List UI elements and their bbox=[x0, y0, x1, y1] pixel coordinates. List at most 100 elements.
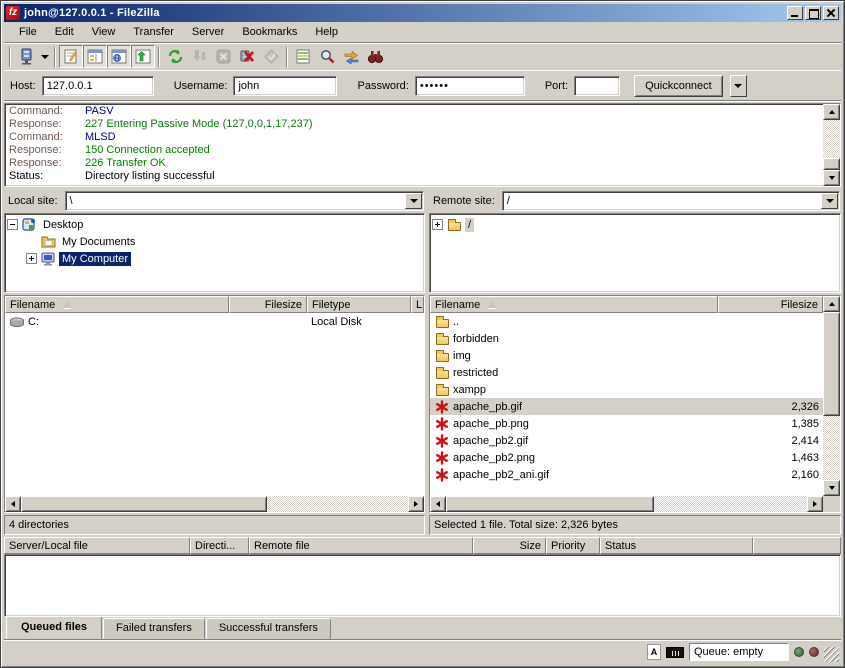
menu-bookmarks[interactable]: Bookmarks bbox=[233, 24, 306, 40]
close-button[interactable] bbox=[823, 6, 839, 20]
password-label: Password: bbox=[357, 80, 408, 92]
toggle-log-view-button[interactable] bbox=[59, 45, 83, 68]
remote-file-row[interactable]: xampp bbox=[430, 381, 823, 398]
scrollbar-track[interactable] bbox=[823, 416, 840, 480]
file-name: apache_pb.gif bbox=[453, 401, 522, 413]
abort-button[interactable] bbox=[259, 45, 283, 68]
column-header-filetype[interactable]: Filetype bbox=[307, 296, 411, 313]
remote-horizontal-scrollbar[interactable] bbox=[430, 496, 840, 512]
tree-item-desktop[interactable]: Desktop bbox=[7, 216, 424, 233]
toggle-remote-tree-view-button[interactable] bbox=[107, 45, 131, 68]
queue-tabs: Queued files Failed transfers Successful… bbox=[4, 617, 841, 640]
menu-help[interactable]: Help bbox=[306, 24, 347, 40]
quickconnect-dropdown-button[interactable] bbox=[730, 75, 747, 97]
menu-file[interactable]: File bbox=[10, 24, 46, 40]
scrollbar-thumb[interactable] bbox=[21, 496, 267, 512]
scrollbar-track[interactable] bbox=[823, 120, 840, 158]
collapse-icon[interactable] bbox=[7, 219, 18, 230]
column-header-server-local-file[interactable]: Server/Local file bbox=[4, 537, 190, 554]
menu-server[interactable]: Server bbox=[183, 24, 233, 40]
remote-file-row[interactable]: apache_pb.png 1,385 bbox=[430, 415, 823, 432]
scroll-right-button[interactable] bbox=[408, 496, 424, 512]
remote-file-row[interactable]: .. bbox=[430, 313, 823, 330]
site-manager-dropdown-button[interactable] bbox=[38, 45, 51, 68]
menu-transfer[interactable]: Transfer bbox=[124, 24, 183, 40]
toggle-queue-view-button[interactable] bbox=[131, 45, 155, 68]
remote-file-row[interactable]: img bbox=[430, 347, 823, 364]
column-header-status[interactable]: Status bbox=[600, 537, 753, 554]
remote-site-combo[interactable]: / bbox=[502, 191, 840, 211]
filter-button[interactable] bbox=[363, 45, 387, 68]
local-site-value[interactable]: \ bbox=[66, 195, 404, 207]
scrollbar-thumb[interactable] bbox=[446, 496, 654, 512]
expand-icon[interactable] bbox=[432, 219, 443, 230]
username-input[interactable] bbox=[233, 76, 337, 96]
scroll-left-button[interactable] bbox=[430, 496, 446, 512]
host-input[interactable] bbox=[42, 76, 154, 96]
title-bar[interactable]: fz john@127.0.0.1 - FileZilla bbox=[4, 4, 841, 22]
column-header-filesize[interactable]: Filesize bbox=[718, 296, 823, 313]
synchronized-browsing-button[interactable] bbox=[339, 45, 363, 68]
column-header-direction[interactable]: Directi... bbox=[190, 537, 249, 554]
column-header-remote-file[interactable]: Remote file bbox=[249, 537, 473, 554]
port-input[interactable] bbox=[574, 76, 620, 96]
toggle-local-tree-view-button[interactable] bbox=[83, 45, 107, 68]
local-horizontal-scrollbar[interactable] bbox=[5, 496, 424, 512]
remote-file-row[interactable]: restricted bbox=[430, 364, 823, 381]
local-site-combo[interactable]: \ bbox=[65, 191, 424, 211]
scroll-down-button[interactable] bbox=[823, 170, 840, 186]
log-scrollbar[interactable] bbox=[823, 104, 840, 186]
scrollbar-thumb[interactable] bbox=[823, 158, 840, 170]
column-header-filesize[interactable]: Filesize bbox=[229, 296, 307, 313]
column-header-last-modified[interactable]: L bbox=[411, 296, 424, 313]
binoculars-icon bbox=[367, 48, 384, 65]
find-files-button[interactable] bbox=[315, 45, 339, 68]
tree-item-my-computer[interactable]: My Computer bbox=[7, 250, 424, 267]
remote-site-value[interactable]: / bbox=[503, 195, 820, 207]
scrollbar-track[interactable] bbox=[654, 496, 807, 512]
disconnect-button[interactable] bbox=[235, 45, 259, 68]
process-queue-button[interactable] bbox=[187, 45, 211, 68]
scrollbar-thumb[interactable] bbox=[823, 312, 840, 416]
remote-file-row[interactable]: apache_pb2.png 1,463 bbox=[430, 449, 823, 466]
column-header-size[interactable]: Size bbox=[473, 537, 546, 554]
resize-grip[interactable] bbox=[824, 647, 839, 662]
password-input[interactable] bbox=[415, 76, 525, 96]
scroll-down-button[interactable] bbox=[823, 480, 840, 496]
site-manager-button[interactable] bbox=[14, 45, 38, 68]
scrollbar-track[interactable] bbox=[267, 496, 408, 512]
remote-file-list: Filename Filesize .. forbidden bbox=[429, 295, 841, 513]
remote-vertical-scrollbar[interactable] bbox=[823, 296, 840, 496]
scroll-right-button[interactable] bbox=[807, 496, 823, 512]
tab-failed-transfers[interactable]: Failed transfers bbox=[103, 618, 205, 639]
remote-file-row-selected[interactable]: apache_pb.gif 2,326 bbox=[430, 398, 823, 415]
transfer-type-icon: A bbox=[647, 644, 661, 660]
scroll-up-button[interactable] bbox=[823, 104, 840, 120]
column-header-filename[interactable]: Filename bbox=[430, 296, 718, 313]
green-led-indicator-icon bbox=[794, 647, 804, 657]
tab-successful-transfers[interactable]: Successful transfers bbox=[206, 618, 331, 639]
tree-item-my-documents[interactable]: My Documents bbox=[7, 233, 424, 250]
scroll-up-button[interactable] bbox=[823, 296, 840, 312]
maximize-button[interactable] bbox=[805, 6, 821, 20]
cancel-operation-button[interactable] bbox=[211, 45, 235, 68]
scroll-left-button[interactable] bbox=[5, 496, 21, 512]
expand-icon[interactable] bbox=[26, 253, 37, 264]
minimize-button[interactable] bbox=[787, 6, 803, 20]
combo-dropdown-button[interactable] bbox=[405, 193, 422, 209]
menu-edit[interactable]: Edit bbox=[46, 24, 83, 40]
tab-queued-files[interactable]: Queued files bbox=[6, 616, 102, 639]
quickconnect-button[interactable]: Quickconnect bbox=[634, 75, 723, 97]
directory-comparison-button[interactable] bbox=[291, 45, 315, 68]
column-header-priority[interactable]: Priority bbox=[546, 537, 600, 554]
menu-view[interactable]: View bbox=[83, 24, 125, 40]
remote-file-row[interactable]: forbidden bbox=[430, 330, 823, 347]
column-header-filename[interactable]: Filename bbox=[5, 296, 229, 313]
refresh-button[interactable] bbox=[163, 45, 187, 68]
tree-item-root[interactable]: / bbox=[432, 216, 840, 233]
tree-item-label: Desktop bbox=[40, 218, 86, 232]
remote-file-row[interactable]: apache_pb2_ani.gif 2,160 bbox=[430, 466, 823, 483]
remote-file-row[interactable]: apache_pb2.gif 2,414 bbox=[430, 432, 823, 449]
combo-dropdown-button[interactable] bbox=[821, 193, 838, 209]
local-file-row[interactable]: C: Local Disk bbox=[5, 313, 424, 330]
